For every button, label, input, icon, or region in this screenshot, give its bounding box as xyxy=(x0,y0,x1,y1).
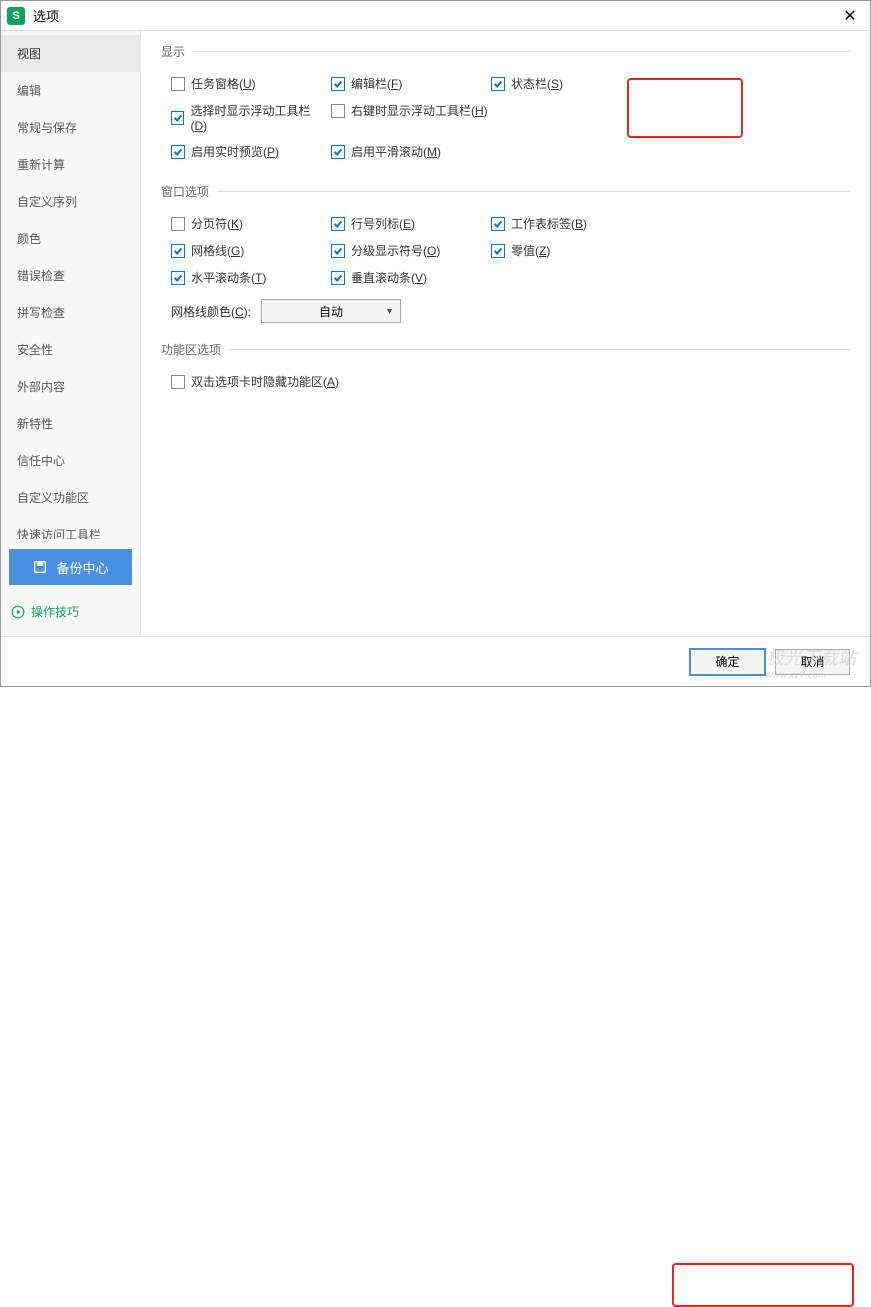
checkbox-select-float-toolbar[interactable]: 选择时显示浮动工具栏(D) xyxy=(161,102,321,133)
tips-label: 操作技巧 xyxy=(31,603,79,620)
checkbox-page-break[interactable]: 分页符(K) xyxy=(161,215,321,232)
checkbox-rowcol-headers[interactable]: 行号列标(E) xyxy=(321,215,481,232)
sidebar-item-color[interactable]: 颜色 xyxy=(1,220,140,257)
play-icon xyxy=(11,605,25,619)
sidebar-item-spellcheck[interactable]: 拼写检查 xyxy=(1,294,140,331)
section-ribbon-legend: 功能区选项 xyxy=(161,341,229,358)
checkbox-hscroll[interactable]: 水平滚动条(T) xyxy=(161,269,321,286)
options-dialog: S 选项 ✕ 视图 编辑 常规与保存 重新计算 自定义序列 颜色 错误检查 拼写… xyxy=(0,0,871,687)
section-window-legend: 窗口选项 xyxy=(161,183,217,200)
annotation-highlight xyxy=(672,1263,854,1307)
sidebar-item-quick-access[interactable]: 快速访问工具栏 xyxy=(1,516,140,539)
chevron-down-icon: ▼ xyxy=(385,306,394,316)
sidebar: 视图 编辑 常规与保存 重新计算 自定义序列 颜色 错误检查 拼写检查 安全性 … xyxy=(1,31,141,636)
checkbox-task-pane[interactable]: 任务窗格(U) xyxy=(161,75,321,92)
content-panel: 显示 任务窗格(U) 编辑栏(F) 状态栏(S) 选择时显示浮动工具栏(D) 右… xyxy=(141,31,870,636)
app-logo-icon: S xyxy=(7,7,25,25)
section-window-options: 窗口选项 分页符(K) 行号列标(E) 工作表标签(B) 网格线(G) 分级显示… xyxy=(161,183,850,323)
checkbox-live-preview[interactable]: 启用实时预览(P) xyxy=(161,143,321,160)
checkbox-gridlines[interactable]: 网格线(G) xyxy=(161,242,321,259)
backup-center-button[interactable]: 备份中心 xyxy=(9,549,132,585)
checkbox-dblclick-hide-ribbon[interactable]: 双击选项卡时隐藏功能区(A) xyxy=(161,373,341,390)
section-ribbon-options: 功能区选项 双击选项卡时隐藏功能区(A) xyxy=(161,341,850,395)
window-title: 选项 xyxy=(33,6,836,25)
gridline-color-value: 自动 xyxy=(319,303,343,320)
section-display-legend: 显示 xyxy=(161,43,193,60)
checkbox-smooth-scroll[interactable]: 启用平滑滚动(M) xyxy=(321,143,481,160)
checkbox-vscroll[interactable]: 垂直滚动条(V) xyxy=(321,269,481,286)
checkbox-zero-values[interactable]: 零值(Z) xyxy=(481,242,641,259)
section-display: 显示 任务窗格(U) 编辑栏(F) 状态栏(S) 选择时显示浮动工具栏(D) 右… xyxy=(161,43,850,165)
checkbox-status-bar[interactable]: 状态栏(S) xyxy=(481,75,641,92)
gridline-color-dropdown[interactable]: 自动 ▼ xyxy=(261,299,401,323)
checkbox-rclick-float-toolbar[interactable]: 右键时显示浮动工具栏(H) xyxy=(321,102,501,119)
sidebar-item-new-features[interactable]: 新特性 xyxy=(1,405,140,442)
sidebar-item-custom-lists[interactable]: 自定义序列 xyxy=(1,183,140,220)
sidebar-item-edit[interactable]: 编辑 xyxy=(1,72,140,109)
titlebar: S 选项 ✕ xyxy=(1,1,870,31)
sidebar-item-security[interactable]: 安全性 xyxy=(1,331,140,368)
sidebar-item-recalc[interactable]: 重新计算 xyxy=(1,146,140,183)
sidebar-item-view[interactable]: 视图 xyxy=(1,35,140,72)
checkbox-formula-bar[interactable]: 编辑栏(F) xyxy=(321,75,481,92)
dialog-footer: 确定 取消 极光下载站 www.xz7.com xyxy=(1,636,870,686)
ok-button[interactable]: 确定 xyxy=(690,649,765,675)
backup-label: 备份中心 xyxy=(56,558,108,577)
sidebar-item-external[interactable]: 外部内容 xyxy=(1,368,140,405)
sidebar-item-general-save[interactable]: 常规与保存 xyxy=(1,109,140,146)
gridline-color-label: 网格线颜色(C): xyxy=(171,303,251,320)
checkbox-sheet-tabs[interactable]: 工作表标签(B) xyxy=(481,215,641,232)
checkbox-outline-symbols[interactable]: 分级显示符号(O) xyxy=(321,242,481,259)
tips-link[interactable]: 操作技巧 xyxy=(1,595,140,632)
sidebar-item-customize-ribbon[interactable]: 自定义功能区 xyxy=(1,479,140,516)
dialog-body: 视图 编辑 常规与保存 重新计算 自定义序列 颜色 错误检查 拼写检查 安全性 … xyxy=(1,31,870,636)
backup-icon xyxy=(32,559,48,575)
sidebar-item-trust-center[interactable]: 信任中心 xyxy=(1,442,140,479)
sidebar-item-error-check[interactable]: 错误检查 xyxy=(1,257,140,294)
sidebar-items: 视图 编辑 常规与保存 重新计算 自定义序列 颜色 错误检查 拼写检查 安全性 … xyxy=(1,35,140,539)
cancel-button[interactable]: 取消 xyxy=(775,649,850,675)
close-button[interactable]: ✕ xyxy=(836,2,864,30)
